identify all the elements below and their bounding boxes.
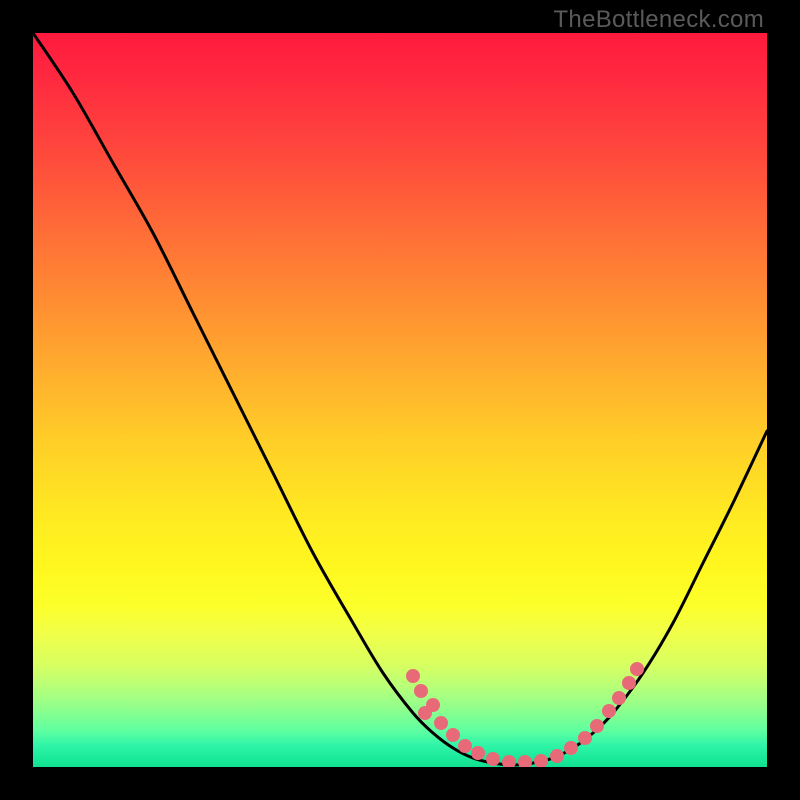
curve-marker bbox=[518, 755, 532, 767]
curve-marker bbox=[550, 749, 564, 763]
chart-container: TheBottleneck.com bbox=[0, 0, 800, 800]
watermark-label: TheBottleneck.com bbox=[553, 6, 764, 34]
curve-marker bbox=[486, 752, 500, 766]
curve-markers bbox=[406, 662, 644, 767]
curve-marker bbox=[458, 739, 472, 753]
curve-marker bbox=[630, 662, 644, 676]
curve-marker bbox=[578, 731, 592, 745]
curve-marker bbox=[612, 691, 626, 705]
curve-marker bbox=[502, 755, 516, 767]
curve-marker bbox=[446, 728, 460, 742]
chart-plot-layer bbox=[33, 33, 767, 767]
curve-path bbox=[33, 33, 767, 765]
curve-marker bbox=[534, 754, 548, 767]
curve-marker bbox=[406, 669, 420, 683]
curve-marker bbox=[590, 719, 604, 733]
curve-marker bbox=[418, 706, 432, 720]
bottleneck-curve bbox=[33, 33, 767, 765]
curve-marker bbox=[622, 676, 636, 690]
curve-marker bbox=[434, 716, 448, 730]
curve-marker bbox=[414, 684, 428, 698]
curve-marker bbox=[471, 746, 485, 760]
curve-marker bbox=[602, 704, 616, 718]
curve-marker bbox=[564, 741, 578, 755]
